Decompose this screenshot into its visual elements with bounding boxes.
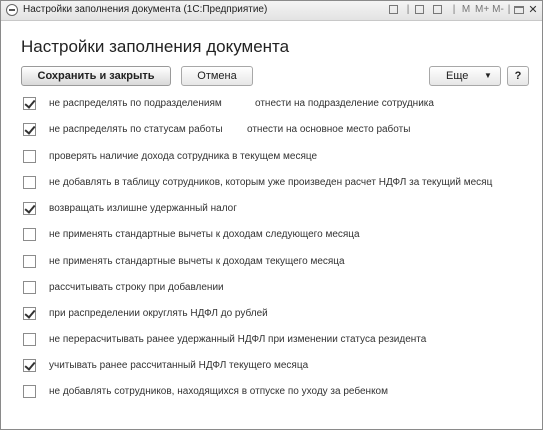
cancel-button[interactable]: Отмена [181, 66, 253, 86]
option-checkbox[interactable] [23, 255, 36, 268]
option-checkbox[interactable] [23, 150, 36, 163]
window-title: Настройки заполнения документа (1С:Предп… [23, 4, 268, 15]
option-row[interactable]: возвращать излишне удержанный налог [1, 201, 542, 217]
option-checkbox[interactable] [23, 228, 36, 241]
option-label: не распределять по статусам работы [49, 124, 223, 135]
option-row[interactable]: не добавлять в таблицу сотрудников, кото… [1, 175, 542, 191]
memory-plus-button[interactable]: M+ [475, 4, 489, 16]
option-label: возвращать излишне удержанный налог [49, 203, 237, 214]
option-checkbox[interactable] [23, 123, 36, 136]
option-row[interactable]: не добавлять сотрудников, находящихся в … [1, 384, 542, 400]
option-checkbox[interactable] [23, 333, 36, 346]
option-row[interactable]: рассчитывать строку при добавлении [1, 280, 542, 296]
option-checkbox[interactable] [23, 202, 36, 215]
option-label: не добавлять в таблицу сотрудников, кото… [49, 177, 493, 188]
option-row[interactable]: не распределять по статусам работы отнес… [1, 122, 542, 138]
option-row[interactable]: не распределять по подразделениям отнест… [1, 96, 542, 112]
chevron-down-icon: ▼ [484, 71, 492, 80]
option-checkbox[interactable] [23, 281, 36, 294]
option-label: не применять стандартные вычеты к дохода… [49, 256, 345, 267]
option-checkbox[interactable] [23, 385, 36, 398]
option-label: не перерасчитывать ранее удержанный НДФЛ… [49, 334, 427, 345]
save-and-close-button[interactable]: Сохранить и закрыть [21, 66, 171, 86]
option-label: при распределении округлять НДФЛ до рубл… [49, 308, 268, 319]
option-checkbox[interactable] [23, 307, 36, 320]
option-label: рассчитывать строку при добавлении [49, 282, 224, 293]
close-icon[interactable]: ✕ [527, 4, 539, 16]
form-window: Настройки заполнения документа (1С:Предп… [0, 0, 543, 430]
more-menu-button[interactable]: Еще ▼ [429, 66, 501, 86]
separator: | [406, 4, 410, 15]
option-row[interactable]: при распределении округлять НДФЛ до рубл… [1, 306, 542, 322]
option-label: не распределять по подразделениям [49, 98, 222, 109]
maximize-icon[interactable] [514, 6, 524, 14]
option-row[interactable]: не применять стандартные вычеты к дохода… [1, 227, 542, 243]
option-label: не применять стандартные вычеты к дохода… [49, 229, 360, 240]
option-row[interactable]: не применять стандартные вычеты к дохода… [1, 254, 542, 270]
app-icon[interactable] [6, 4, 18, 16]
option-label: проверять наличие дохода сотрудника в те… [49, 151, 318, 162]
separator: | [452, 4, 456, 15]
more-label: Еще [446, 70, 469, 82]
option-link[interactable]: отнести на основное место работы [247, 124, 410, 135]
grid-icon[interactable] [415, 5, 424, 14]
memory-m-button[interactable]: M [461, 4, 471, 16]
option-checkbox[interactable] [23, 176, 36, 189]
option-checkbox[interactable] [23, 97, 36, 110]
option-link[interactable]: отнести на подразделение сотрудника [255, 98, 434, 109]
page-title: Настройки заполнения документа [21, 37, 290, 56]
option-checkbox[interactable] [23, 359, 36, 372]
option-label: не добавлять сотрудников, находящихся в … [49, 386, 388, 397]
link-icon[interactable] [389, 5, 398, 14]
help-button[interactable]: ? [507, 66, 529, 86]
memory-minus-button[interactable]: M- [491, 4, 505, 16]
option-label: учитывать ранее рассчитанный НДФЛ текуще… [49, 360, 309, 371]
title-bar: Настройки заполнения документа (1С:Предп… [1, 1, 542, 21]
option-row[interactable]: проверять наличие дохода сотрудника в те… [1, 149, 542, 165]
calendar-icon[interactable] [433, 5, 442, 14]
option-row[interactable]: учитывать ранее рассчитанный НДФЛ текуще… [1, 358, 542, 374]
separator: | [507, 4, 511, 15]
option-row[interactable]: не перерасчитывать ранее удержанный НДФЛ… [1, 332, 542, 348]
